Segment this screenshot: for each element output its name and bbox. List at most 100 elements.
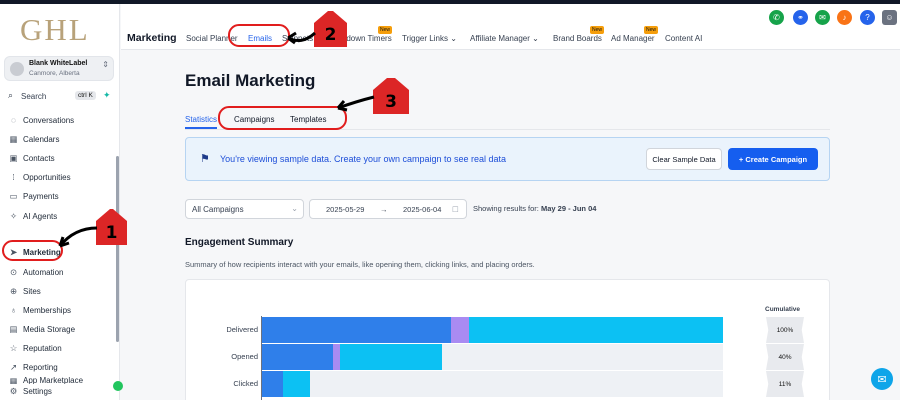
phone-icon[interactable]: ✆ [769, 10, 784, 25]
sidebar-item-contacts[interactable]: ▣ Contacts [8, 151, 55, 165]
sidebar-item-label: Conversations [23, 115, 75, 125]
cumulative-value: 100% [766, 317, 804, 343]
chart-bar-segment[interactable] [340, 344, 442, 370]
active-tab-indicator [185, 127, 217, 129]
tab-label: Affiliate Manager [470, 34, 530, 43]
sidebar-item-label: Calendars [23, 134, 60, 144]
subtab-statistics[interactable]: Statistics [185, 115, 217, 124]
sample-data-banner: ⚑ You're viewing sample data. Create you… [185, 137, 830, 181]
calendar-icon: ☐ [452, 205, 459, 214]
sidebar-item-media-storage[interactable]: ▤ Media Storage [8, 322, 75, 336]
tab-trigger-links[interactable]: Trigger Links ⌄ [402, 34, 457, 43]
sidebar-item-label: Media Storage [23, 324, 76, 334]
results-range-text: Showing results for: May 29 - Jun 04 [473, 204, 596, 213]
sidebar-item-reputation[interactable]: ☆ Reputation [8, 341, 62, 355]
chart-bar-segment[interactable] [333, 344, 341, 370]
automation-icon: ⊙ [9, 266, 18, 277]
highlight-ring-subtabs [218, 106, 347, 130]
create-campaign-button[interactable]: + Create Campaign [728, 148, 818, 170]
chat-widget-icon[interactable]: ✉ [871, 368, 893, 390]
sidebar-item-label: Contacts [23, 153, 55, 163]
tab-content-ai[interactable]: Content AI [665, 34, 702, 43]
opportunities-icon: ⁞ [12, 172, 15, 182]
reporting-icon: ↗ [9, 361, 18, 372]
chart-bar-segment[interactable] [262, 317, 451, 343]
clear-sample-data-button[interactable]: Clear Sample Data [646, 148, 722, 170]
sidebar-item-calendars[interactable]: ▦ Calendars [8, 132, 59, 146]
sidebar-item-automation[interactable]: ⊙ Automation [8, 265, 64, 279]
tab-brand-boards[interactable]: Brand Boards [553, 34, 602, 43]
sites-icon: ⊕ [9, 285, 18, 296]
chart-axis-line [261, 316, 262, 400]
chart-bar-segment[interactable] [451, 317, 470, 343]
account-switcher[interactable]: Blank WhiteLabel Canmore, Alberta ⇕ [4, 56, 114, 81]
tab-affiliate-manager[interactable]: Affiliate Manager ⌄ [470, 34, 539, 43]
chart-bar-segment[interactable] [262, 371, 283, 397]
cumulative-header: Cumulative [765, 306, 801, 313]
sidebar-item-conversations[interactable]: ◌ Conversations [8, 113, 74, 127]
campaign-filter-value: All Campaigns [192, 205, 244, 214]
chart-bar-segment[interactable] [282, 371, 311, 397]
sidebar-item-reporting[interactable]: ↗ Reporting [8, 360, 58, 374]
step-number-3: 3 [373, 78, 409, 114]
date-to: 2025-06-04 [403, 205, 442, 214]
sidebar-item-label: AI Agents [23, 211, 58, 221]
brand-logo[interactable]: GHL [20, 12, 90, 48]
chevron-down-icon: ⌄ [532, 34, 539, 43]
step-number-2: 2 [314, 11, 347, 47]
campaign-filter-select[interactable]: All Campaigns ⌄ [185, 199, 304, 219]
tab-ad-manager[interactable]: Ad Manager [611, 34, 655, 43]
sidebar-item-ai-agents[interactable]: ✧ AI Agents [8, 209, 57, 223]
settings-icon: ⚙ [9, 385, 18, 396]
chevron-down-icon: ⌄ [291, 204, 298, 213]
sidebar-item-label: Memberships [23, 305, 72, 315]
media-icon: ▤ [9, 323, 18, 334]
chart-bar-segment[interactable] [262, 344, 334, 370]
section-title: Marketing [127, 32, 177, 44]
user-avatar-icon[interactable]: ☺ [882, 10, 897, 25]
sidebar-item-sites[interactable]: ⊕ Sites [8, 284, 41, 298]
sidebar-item-label: Payments [23, 191, 59, 201]
tab-label: Trigger Links [402, 34, 448, 43]
account-name: Blank WhiteLabel [29, 60, 88, 67]
bell-icon[interactable]: ♪ [837, 10, 852, 25]
date-from: 2025-05-29 [326, 205, 365, 214]
highlight-ring-marketing [2, 240, 63, 261]
account-location: Canmore, Alberta [29, 70, 80, 77]
marketplace-icon: ▦ [9, 376, 18, 384]
arrow-right-icon: → [380, 205, 388, 214]
date-range-picker[interactable]: 2025-05-29 → 2025-06-04 ☐ [309, 199, 467, 219]
new-badge: New [378, 26, 393, 34]
chart-bar-segment[interactable] [469, 317, 723, 343]
sidebar-scrollbar[interactable] [116, 156, 119, 342]
sidebar-item-app-marketplace[interactable]: ▦ App Marketplace [8, 376, 83, 384]
chart-row-label: Delivered [226, 325, 258, 334]
results-range: May 29 - Jun 04 [540, 204, 597, 213]
flag-icon: ⚑ [200, 153, 210, 165]
search-icon: ⌕ [8, 90, 14, 100]
calendar-icon: ▦ [9, 133, 18, 144]
megaphone-icon[interactable]: ✉ [815, 10, 830, 25]
search-label: Search [21, 92, 47, 101]
sidebar-item-label: Automation [23, 267, 64, 277]
engagement-summary-description: Summary of how recipients interact with … [185, 260, 535, 269]
banner-text: You're viewing sample data. Create your … [220, 154, 507, 164]
engagement-summary-title: Engagement Summary [185, 237, 294, 248]
chart-bar-track [262, 371, 723, 397]
sidebar-item-payments[interactable]: ▭ Payments [8, 189, 59, 203]
link-icon[interactable]: ⚭ [793, 10, 808, 25]
sparkle-icon[interactable]: ✦ [103, 90, 111, 101]
sidebar-collapse-handle[interactable] [113, 381, 123, 391]
chart-bar-track [262, 344, 723, 370]
star-icon: ☆ [9, 342, 18, 353]
contacts-icon: ▣ [9, 152, 18, 163]
sidebar-item-label: Settings [23, 386, 52, 396]
sidebar-item-label: Reporting [23, 362, 58, 372]
sidebar-item-opportunities[interactable]: ⁞ Opportunities [8, 170, 70, 184]
sparkle-icon: ✧ [9, 210, 18, 221]
sidebar-search[interactable]: ⌕ Search ctrl K ✦ [4, 88, 114, 105]
sidebar-item-memberships[interactable]: ♁ Memberships [8, 303, 71, 317]
sidebar-item-settings[interactable]: ⚙ Settings [8, 384, 52, 398]
chevron-down-icon: ⌄ [450, 34, 457, 43]
help-icon[interactable]: ? [860, 10, 875, 25]
